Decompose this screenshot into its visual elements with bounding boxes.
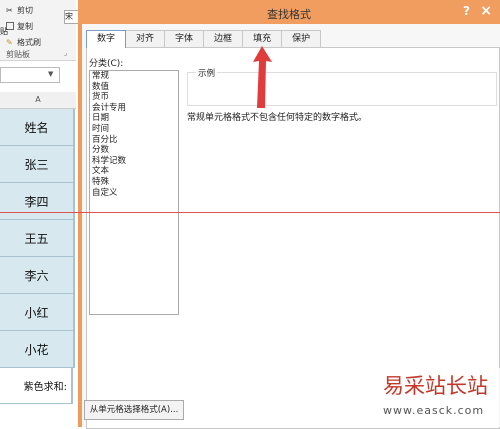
watermark: 易采站长站 www.easck.com xyxy=(375,368,500,427)
annotation-arrow xyxy=(253,46,272,108)
tab-number[interactable]: 数字 xyxy=(86,30,127,48)
arrow-head xyxy=(253,46,272,108)
watermark-title: 易采站长站 xyxy=(383,374,488,398)
watermark-url: www.easck.com xyxy=(383,404,485,417)
